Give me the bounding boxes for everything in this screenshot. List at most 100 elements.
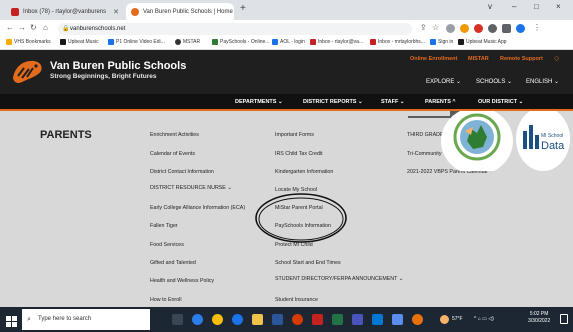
notifications-icon[interactable] [560, 314, 568, 324]
gmail-icon [310, 39, 316, 45]
bookmark-item[interactable]: AOL - login [272, 39, 305, 45]
michigan-badge-logo[interactable] [437, 111, 517, 171]
chevron-down-icon: ⌄ [399, 99, 405, 105]
badge-data-small: MI School [541, 133, 563, 139]
bookmark-item[interactable]: Inbox - mrtaylorbhs... [370, 39, 425, 45]
browser-tab-bar: Inbox (78) - rtaylor@vanburens ✕ Van Bur… [0, 0, 573, 20]
back-icon[interactable]: ← [6, 23, 14, 32]
edge-icon[interactable] [192, 314, 203, 325]
menu-our-district[interactable]: OUR DISTRICT ⌄ [478, 99, 523, 105]
folder-icon [6, 39, 12, 45]
badge-data-text: Data [541, 140, 565, 152]
task-view-icon[interactable] [172, 314, 183, 325]
excel-icon[interactable] [332, 314, 343, 325]
menu-staff[interactable]: STAFF ⌄ [381, 99, 404, 105]
close-icon[interactable]: ✕ [113, 8, 119, 16]
extension-icon[interactable] [446, 24, 455, 33]
reload-icon[interactable]: ↻ [30, 23, 37, 32]
file-explorer-icon[interactable] [252, 314, 263, 325]
bookmark-item[interactable]: Upbeat Music [60, 39, 99, 45]
bookmark-item[interactable]: PaySchools - Online... [212, 39, 269, 45]
sidebar-icon[interactable] [502, 24, 511, 33]
app-icon[interactable] [372, 314, 383, 325]
gmail-icon [370, 39, 376, 45]
language-nav[interactable]: ENGLISH ⌄ [526, 78, 559, 85]
url-text: vanburenschools.net [70, 26, 126, 32]
clock[interactable]: 5:02 PM 3/30/2022 [528, 311, 550, 325]
chevron-down-icon: ⌄ [456, 79, 462, 85]
zoom-icon[interactable] [232, 314, 243, 325]
chevron-down-icon: ⌄ [518, 99, 524, 105]
bookmark-item[interactable]: P1 Online Video Edi... [108, 39, 165, 45]
music-icon [60, 39, 66, 45]
search-placeholder: Type here to search [38, 316, 92, 322]
chevron-down-icon: ⌄ [278, 99, 283, 105]
music-icon [458, 39, 464, 45]
weather-temp[interactable]: 57°F [452, 316, 463, 322]
menu-departments[interactable]: DEPARTMENTS ⌄ [235, 99, 283, 105]
menu-parents[interactable]: PARENTS ^ [425, 99, 456, 105]
bookmark-item[interactable]: MSTAR [175, 39, 200, 45]
maximize-button[interactable]: □ [534, 2, 539, 11]
mi-school-data-logo[interactable]: MI School Data [515, 111, 570, 171]
chevron-up-icon: ^ [452, 99, 456, 105]
online-enrollment-link[interactable]: Online Enrollment [410, 56, 457, 62]
taskbar-search-input[interactable]: ⌕ Type here to search [22, 309, 150, 330]
share-icon[interactable]: ⇪ [420, 23, 427, 32]
close-window-button[interactable]: × [556, 2, 561, 11]
windows-start-icon[interactable] [6, 314, 17, 327]
menu-kebab-icon[interactable]: ⋮ [533, 23, 541, 32]
site-header: Van Buren Public Schools Strong Beginnin… [0, 50, 573, 94]
app-icon[interactable] [412, 314, 423, 325]
bookmark-item[interactable]: VHS Bookmarks [6, 39, 51, 45]
search-icon[interactable]: ○ [554, 53, 559, 63]
lock-icon: 🔒 [62, 26, 70, 32]
app-icon[interactable] [312, 314, 323, 325]
schools-nav[interactable]: SCHOOLS ⌄ [476, 78, 512, 85]
gmail-icon [11, 7, 19, 16]
explore-nav[interactable]: EXPLORE ⌄ [426, 78, 461, 85]
tiger-logo[interactable] [10, 56, 44, 86]
teams-icon[interactable] [352, 314, 363, 325]
chevron-down-icon: ⌄ [507, 79, 513, 85]
tab-title: Inbox (78) - rtaylor@vanburens [23, 8, 107, 15]
chevron-down-icon: ⌄ [358, 99, 363, 105]
extension-icon[interactable] [460, 24, 469, 33]
bookmark-item[interactable]: Upbeat Music App [458, 39, 507, 45]
school-favicon-icon [131, 7, 139, 16]
chevron-down-icon: ⌄ [554, 79, 560, 85]
tab-inbox[interactable]: Inbox (78) - rtaylor@vanburens ✕ [6, 3, 124, 20]
url-field[interactable]: 🔒 vanburenschools.net [58, 23, 412, 35]
menu-district-reports[interactable]: DISTRICT REPORTS ⌄ [303, 99, 363, 105]
new-tab-button[interactable]: + [240, 3, 246, 14]
close-icon[interactable]: ✕ [233, 8, 234, 16]
payschools-icon [212, 39, 218, 45]
mistar-link[interactable]: MISTAR [468, 56, 489, 62]
tray-icons[interactable]: ^ ⌂ ▭ ◁) [474, 316, 494, 322]
tab-van-buren[interactable]: Van Buren Public Schools | Home ✕ [126, 3, 234, 20]
app-icon[interactable] [392, 314, 403, 325]
home-icon[interactable]: ⌂ [43, 23, 48, 32]
puzzle-icon[interactable] [488, 24, 497, 33]
minimize-button[interactable]: – [512, 2, 516, 11]
tab-title: Van Buren Public Schools | Home [143, 8, 233, 15]
profile-avatar[interactable] [516, 24, 525, 33]
aol-icon [272, 39, 278, 45]
remote-support-link[interactable]: Remote Support [500, 56, 543, 62]
extension-icon[interactable] [474, 24, 483, 33]
tab-search-icon[interactable]: v [488, 2, 492, 11]
bookmark-star-icon[interactable]: ☆ [432, 23, 439, 32]
chrome-icon[interactable] [212, 314, 223, 325]
site-title[interactable]: Van Buren Public Schools [50, 60, 186, 72]
weather-icon[interactable] [440, 315, 449, 324]
bookmark-item[interactable]: Inbox - rtaylor@va... [310, 39, 363, 45]
parents-dropdown: PARENTS Enrichment Activities Calendar o… [0, 111, 573, 307]
windows-taskbar: ⌕ Type here to search 57°F ^ ⌂ ▭ ◁) 5:02… [0, 307, 573, 332]
site-tagline: Strong Beginnings, Bright Futures [50, 73, 157, 80]
word-icon[interactable] [272, 314, 283, 325]
bookmark-item[interactable]: Sign in [430, 39, 453, 45]
forward-icon[interactable]: → [18, 23, 26, 32]
mistar-icon [175, 39, 181, 45]
address-bar-row: ← → ↻ ⌂ 🔒 vanburenschools.net ⇪ ☆ ⋮ [0, 20, 573, 37]
app-icon[interactable] [292, 314, 303, 325]
